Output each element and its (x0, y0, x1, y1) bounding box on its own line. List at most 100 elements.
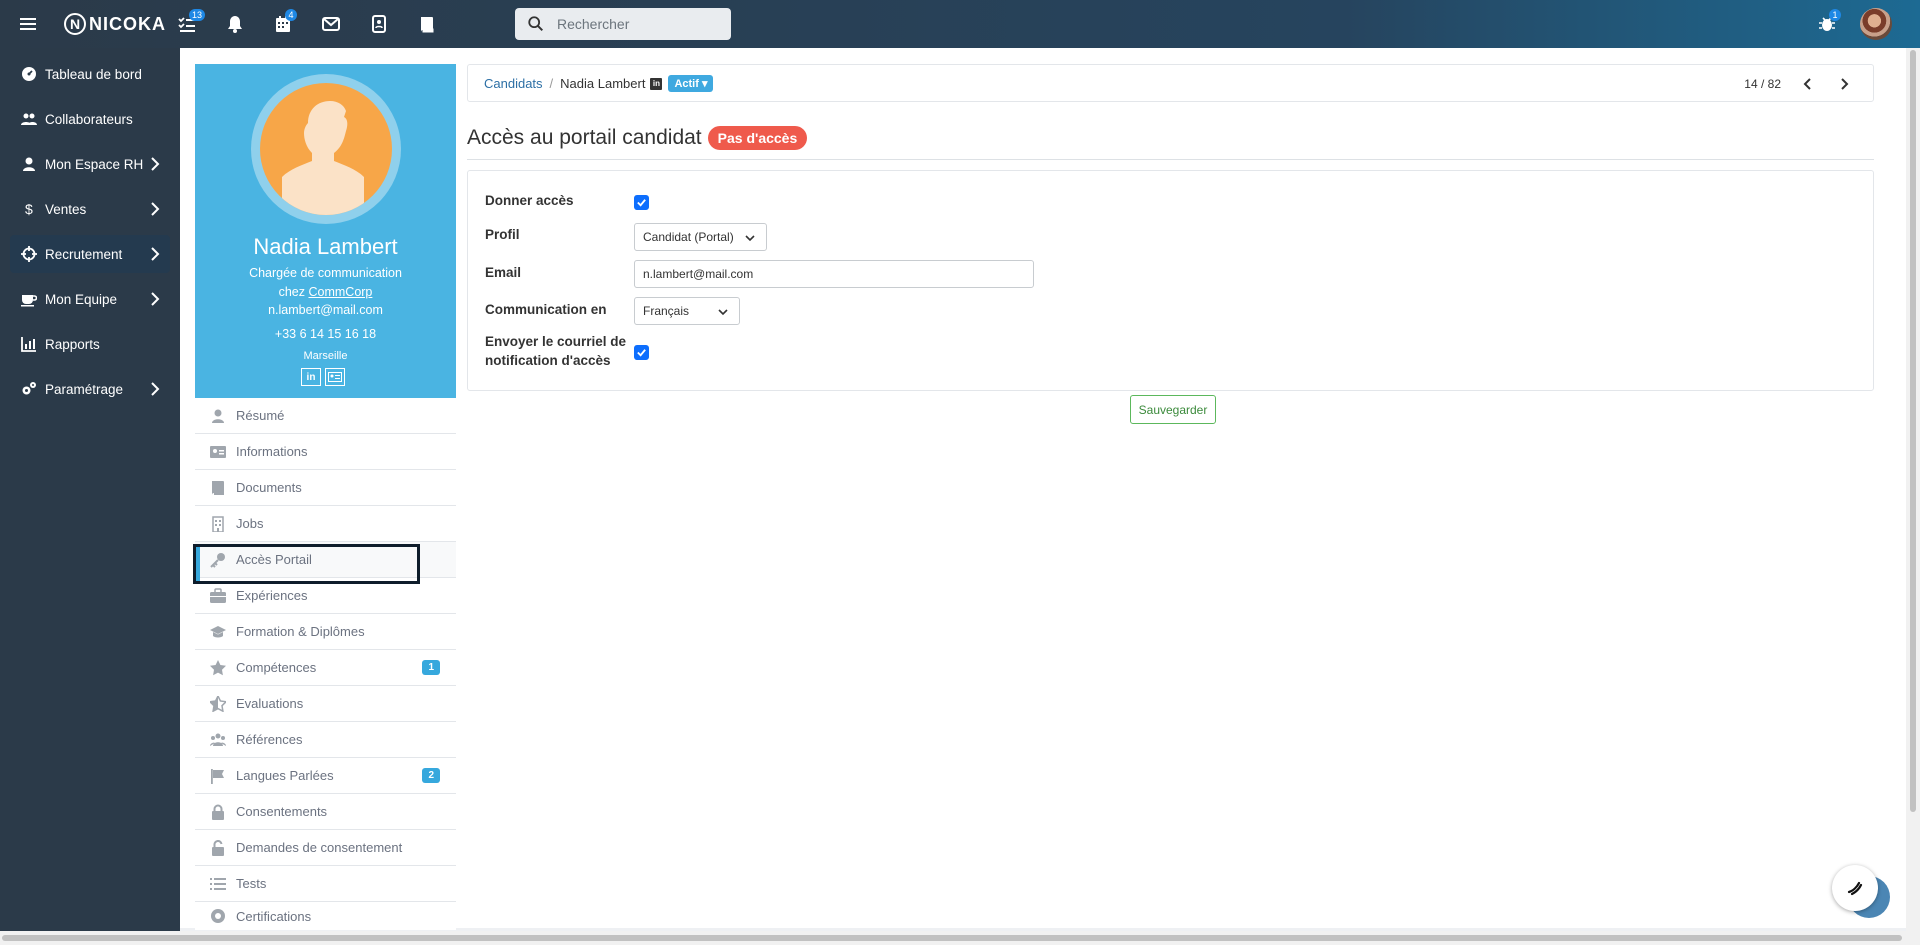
linkedin-icon[interactable]: in (301, 368, 321, 386)
profile-menu-label: Documents (236, 480, 302, 495)
breadcrumb-separator: / (549, 76, 554, 91)
check-icon (637, 199, 646, 207)
logo[interactable]: N NICOKA (64, 11, 166, 37)
bell-icon[interactable] (225, 14, 245, 34)
profile-menu-resume[interactable]: Résumé (195, 398, 456, 434)
nav-item-parametrage[interactable]: Paramétrage (10, 370, 170, 408)
profile-menu-label: Consentements (236, 804, 328, 819)
chevron-right-icon (151, 157, 160, 171)
page-title-text: Accès au portail candidat (467, 126, 702, 149)
envelope-icon[interactable] (321, 14, 341, 34)
book-icon (212, 480, 224, 495)
logo-text: NICOKA (89, 13, 166, 34)
chevron-right-icon[interactable] (1835, 75, 1853, 93)
profile-menu-langues[interactable]: Langues Parlées 2 (195, 758, 456, 794)
check-icon (637, 349, 646, 357)
tasks-icon[interactable]: 13 (177, 9, 206, 34)
assistant-button[interactable] (1832, 865, 1878, 911)
contacts-icon[interactable] (369, 14, 389, 34)
profile-menu-tests[interactable]: Tests (195, 866, 456, 902)
email-label: Email (485, 265, 522, 280)
count-badge: 2 (422, 768, 440, 783)
unlock-icon (212, 839, 224, 856)
language-select[interactable]: Français (634, 297, 740, 325)
search-icon (528, 16, 544, 32)
nav-item-recrutement[interactable]: Recrutement (10, 235, 170, 273)
give-access-checkbox[interactable] (634, 195, 649, 210)
profile-menu-demandes[interactable]: Demandes de consentement (195, 830, 456, 866)
profile-menu-competences[interactable]: Compétences 1 (195, 650, 456, 686)
building-icon (212, 515, 224, 532)
profile-menu-label: Evaluations (236, 696, 304, 711)
chart-icon (21, 337, 36, 352)
nav-label: Tableau de bord (45, 66, 142, 82)
profile-select[interactable]: Candidat (Portal) (634, 223, 767, 251)
user-icon (23, 157, 35, 171)
profile-menu-label: Jobs (236, 516, 264, 531)
search-box[interactable] (515, 8, 731, 40)
profile-menu-consentements[interactable]: Consentements (195, 794, 456, 830)
profile-menu-label: Compétences (236, 660, 317, 675)
bug-icon[interactable]: 1 (1817, 9, 1841, 34)
user-avatar[interactable] (1860, 8, 1892, 40)
profile-menu-label: Demandes de consentement (236, 840, 403, 855)
profile-menu-formation[interactable]: Formation & Diplômes (195, 614, 456, 650)
linkedin-icon[interactable]: in (650, 77, 663, 90)
nav-item-tableau-de-bord[interactable]: Tableau de bord (10, 55, 170, 93)
notify-label-line2: notification d'accès (485, 353, 611, 368)
nav-label: Mon Equipe (45, 291, 118, 307)
scrollbar-thumb[interactable] (1910, 50, 1916, 812)
star-icon (210, 659, 226, 675)
svg-text:$: $ (25, 201, 33, 217)
briefcase-icon (210, 587, 226, 603)
profile-menu-label: Informations (236, 444, 308, 459)
menu-icon[interactable] (18, 14, 38, 34)
profile-menu-certifications[interactable]: Certifications (195, 902, 456, 930)
nav-item-collaborateurs[interactable]: Collaborateurs (10, 100, 170, 138)
cogs-icon (22, 382, 36, 395)
nav-item-mon-equipe[interactable]: Mon Equipe (10, 280, 170, 318)
profile-menu-informations[interactable]: Informations (195, 434, 456, 470)
candidate-name: Nadia Lambert (253, 234, 398, 259)
calendar-icon[interactable]: 4 (273, 9, 297, 34)
list-icon (210, 877, 226, 890)
profile-menu-jobs[interactable]: Jobs (195, 506, 456, 542)
flag-icon (211, 768, 224, 784)
horizontal-scrollbar[interactable] (0, 931, 1906, 945)
dashboard-icon (22, 67, 36, 81)
chevron-left-icon[interactable] (1799, 75, 1817, 93)
candidate-email[interactable]: n.lambert@mail.com (195, 303, 456, 317)
candidate-title: Chargée de communication (249, 266, 402, 280)
id-card-icon[interactable] (325, 368, 345, 386)
breadcrumb-candidats[interactable]: Candidats (484, 76, 543, 91)
candidate-company-line: chez CommCorp (195, 285, 456, 299)
status-label: Actif (674, 78, 699, 90)
email-field[interactable]: n.lambert@mail.com (634, 260, 1034, 288)
notify-checkbox[interactable] (634, 345, 649, 360)
id-card-icon (210, 445, 226, 458)
profile-menu-documents[interactable]: Documents (195, 470, 456, 506)
language-select-value: Français (643, 304, 690, 318)
user-icon (212, 409, 224, 423)
avatar-ring (251, 74, 401, 224)
nav-item-mon-espace-rh[interactable]: Mon Espace RH (10, 145, 170, 183)
save-button[interactable]: Sauvegarder (1130, 395, 1216, 424)
status-dropdown[interactable]: Actif ▾ (668, 75, 714, 92)
profile-menu-label: Références (236, 732, 303, 747)
nav-item-ventes[interactable]: $ Ventes (10, 190, 170, 228)
divider (467, 159, 1874, 160)
nav-item-rapports[interactable]: Rapports (10, 325, 170, 363)
vertical-scrollbar[interactable] (1906, 48, 1920, 945)
left-nav: Tableau de bord Collaborateurs Mon Espac… (0, 48, 180, 945)
candidate-phone[interactable]: +33 6 14 15 16 18 (195, 327, 456, 341)
profile-menu-label: Tests (236, 876, 267, 891)
scrollbar-thumb[interactable] (2, 935, 1902, 941)
calendar-badge: 4 (285, 9, 297, 21)
company-link[interactable]: CommCorp (308, 285, 372, 299)
people-icon (210, 733, 226, 746)
profile-menu-evaluations[interactable]: Evaluations (195, 686, 456, 722)
notify-label-line1: Envoyer le courriel de (485, 334, 627, 349)
profile-menu-references[interactable]: Références (195, 722, 456, 758)
search-input[interactable] (557, 16, 717, 32)
book-icon[interactable] (417, 14, 437, 34)
